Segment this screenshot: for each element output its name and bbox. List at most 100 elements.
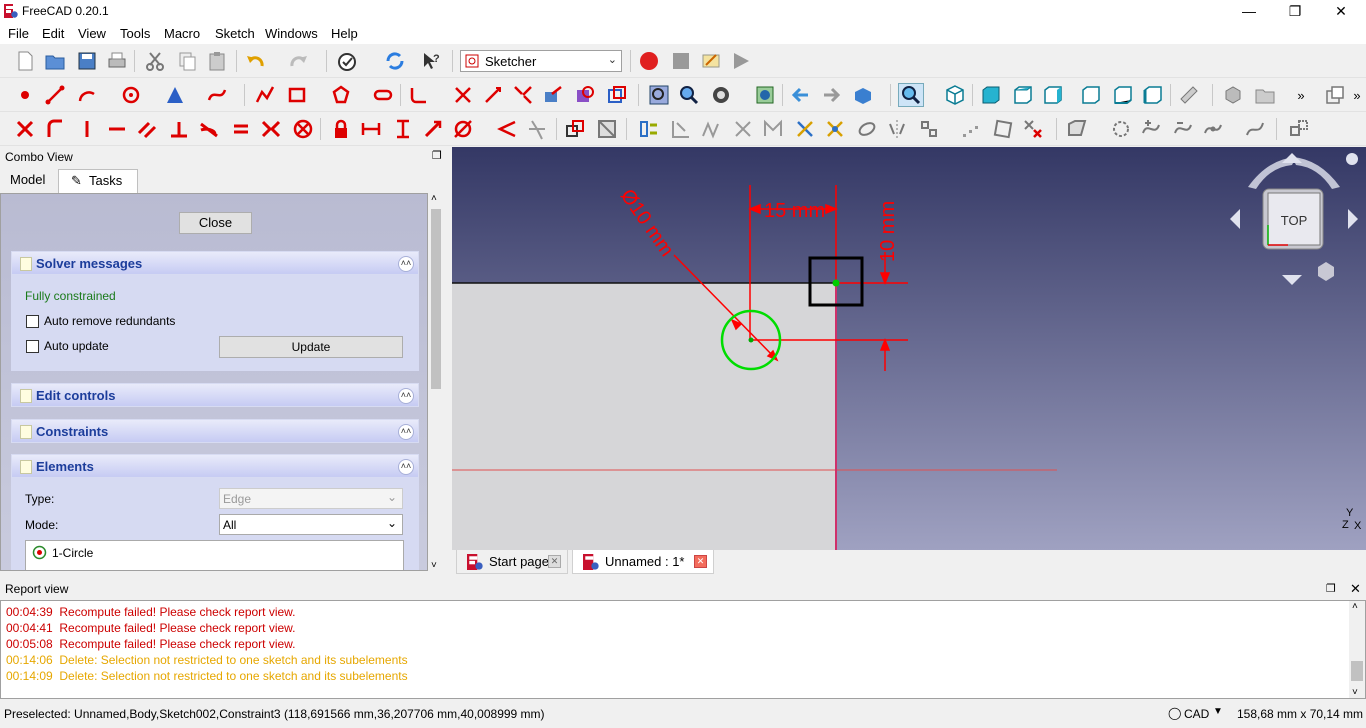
recompute-icon[interactable] — [382, 49, 408, 73]
slot-icon[interactable] — [370, 83, 396, 107]
menu-macro[interactable]: Macro — [164, 26, 200, 41]
more-toolbar-icon-2[interactable]: » — [1350, 83, 1364, 107]
collapse-icon[interactable]: ˄˄ — [398, 388, 414, 404]
new-file-icon[interactable] — [12, 49, 38, 73]
constrain-horizontal-icon[interactable] — [104, 117, 130, 141]
navigation-style[interactable]: CAD — [1184, 707, 1209, 721]
trim-icon[interactable] — [450, 83, 476, 107]
report-scrollbar[interactable]: ˄ ˅ — [1349, 601, 1365, 698]
circle-center-point[interactable] — [748, 337, 754, 343]
nav-back-icon[interactable] — [788, 83, 814, 107]
fillet-icon[interactable] — [406, 83, 432, 107]
construction-mode-icon[interactable] — [604, 83, 630, 107]
constrain-equal-icon[interactable] — [228, 117, 254, 141]
carbon-copy-icon[interactable] — [572, 83, 598, 107]
undock-icon[interactable]: ❐ — [432, 149, 442, 162]
view-left-icon[interactable] — [1140, 83, 1166, 107]
menu-edit[interactable]: Edit — [42, 26, 64, 41]
select-fully-constrained-icon[interactable] — [668, 117, 694, 141]
update-button[interactable]: Update — [219, 336, 403, 358]
arc-icon[interactable] — [74, 83, 100, 107]
external-geometry-icon[interactable] — [540, 83, 566, 107]
collapse-icon[interactable]: ˄˄ — [398, 424, 414, 440]
scroll-up-icon[interactable]: ˄ — [431, 193, 437, 204]
toggle-driving-icon[interactable] — [562, 117, 588, 141]
rectangle-icon[interactable] — [284, 83, 310, 107]
auto-remove-redundants-checkbox[interactable] — [26, 315, 39, 328]
delete-all-constraints-icon[interactable] — [1020, 117, 1046, 141]
circle-icon[interactable] — [118, 83, 144, 107]
bspline-knot-multiplicity-icon[interactable] — [1200, 117, 1226, 141]
menu-view[interactable]: View — [78, 26, 106, 41]
constrain-coincident-icon[interactable] — [12, 117, 38, 141]
close-panel-icon[interactable]: ✕ — [1350, 581, 1361, 597]
mode-select[interactable]: All ⌄ — [219, 514, 403, 535]
redo-icon[interactable] — [286, 49, 312, 73]
draw-style-icon[interactable] — [708, 83, 734, 107]
diameter-dim-text[interactable]: Ø10 mm — [616, 185, 678, 260]
tab-unnamed[interactable]: Unnamed : 1* ✕ — [572, 550, 714, 574]
close-button[interactable]: Close — [179, 212, 252, 234]
scrollbar-thumb[interactable] — [431, 209, 441, 389]
scroll-down-icon[interactable]: ˅ — [431, 560, 437, 571]
tab-tasks[interactable]: ✎ Tasks — [58, 169, 138, 193]
solver-messages-header[interactable]: Solver messages ˄˄ — [11, 251, 419, 275]
select-constraints-icon[interactable] — [822, 117, 848, 141]
print-icon[interactable] — [104, 49, 130, 73]
select-elements-associated-icon[interactable] — [792, 117, 818, 141]
minimize-button[interactable]: — — [1226, 0, 1272, 22]
view-front-icon[interactable] — [978, 83, 1004, 107]
select-conflicting-icon[interactable] — [698, 117, 724, 141]
chevron-down-icon[interactable]: ▼ — [1213, 706, 1223, 717]
tasks-scrollbar[interactable]: ˄ ˅ — [428, 193, 444, 571]
macro-edit-icon[interactable] — [698, 49, 724, 73]
measure-icon[interactable] — [1176, 83, 1202, 107]
rectangular-array-icon[interactable] — [958, 117, 984, 141]
collapse-icon[interactable]: ˄˄ — [398, 256, 414, 272]
constrain-angle-icon[interactable] — [494, 117, 520, 141]
zoom-icon[interactable] — [898, 83, 924, 107]
bspline-insert-knot-icon[interactable] — [1242, 117, 1268, 141]
tab-model[interactable]: Model — [2, 169, 58, 193]
bspline-show-degree-icon[interactable] — [1064, 117, 1090, 141]
nav-menu-icon[interactable] — [1346, 153, 1358, 165]
constrain-tangent-icon[interactable] — [196, 117, 222, 141]
cut-icon[interactable] — [142, 49, 168, 73]
menu-sketch[interactable]: Sketch — [215, 26, 255, 41]
view-fit-selection-icon[interactable] — [676, 83, 702, 107]
constrain-parallel-icon[interactable] — [134, 117, 160, 141]
constrain-point-on-object-icon[interactable] — [42, 117, 68, 141]
bounding-box-icon[interactable] — [752, 83, 778, 107]
polyline-icon[interactable] — [252, 83, 278, 107]
constraints-header[interactable]: Constraints ˄˄ — [11, 419, 419, 443]
point-icon[interactable] — [12, 83, 38, 107]
constrain-horizontal-distance-icon[interactable] — [358, 117, 384, 141]
bspline-convert-icon[interactable] — [1108, 117, 1134, 141]
close-tab-icon[interactable]: ✕ — [548, 555, 561, 568]
menu-help[interactable]: Help — [331, 26, 358, 41]
macro-record-icon[interactable] — [636, 49, 662, 73]
list-item[interactable]: 1-Circle — [30, 544, 400, 562]
view-bottom-icon[interactable] — [1110, 83, 1136, 107]
save-icon[interactable] — [74, 49, 100, 73]
view-right-icon[interactable] — [1040, 83, 1066, 107]
polygon-icon[interactable] — [328, 83, 354, 107]
bspline-increase-degree-icon[interactable] — [1138, 117, 1164, 141]
paste-icon[interactable] — [204, 49, 230, 73]
view-menu-cube-icon[interactable] — [1318, 262, 1334, 281]
select-origin-icon[interactable] — [854, 117, 880, 141]
select-malformed-icon[interactable] — [760, 117, 786, 141]
bspline-icon[interactable] — [204, 83, 230, 107]
copy-icon[interactable] — [174, 49, 200, 73]
scrollbar-thumb[interactable] — [1351, 661, 1363, 681]
tab-start-page[interactable]: Start page ✕ — [456, 550, 568, 574]
report-log[interactable]: 00:04:39 Recompute failed! Please check … — [0, 600, 1366, 699]
link-icon[interactable] — [1322, 83, 1348, 107]
rotate-left-arrow-icon[interactable] — [1230, 209, 1240, 229]
constrain-diameter-icon[interactable] — [450, 117, 476, 141]
constrain-snells-law-icon[interactable] — [524, 117, 550, 141]
part-icon[interactable] — [1220, 83, 1246, 107]
nav-forward-icon[interactable] — [818, 83, 844, 107]
navigation-cube[interactable]: TOP — [1222, 147, 1366, 292]
constrain-vertical-distance-icon[interactable] — [390, 117, 416, 141]
